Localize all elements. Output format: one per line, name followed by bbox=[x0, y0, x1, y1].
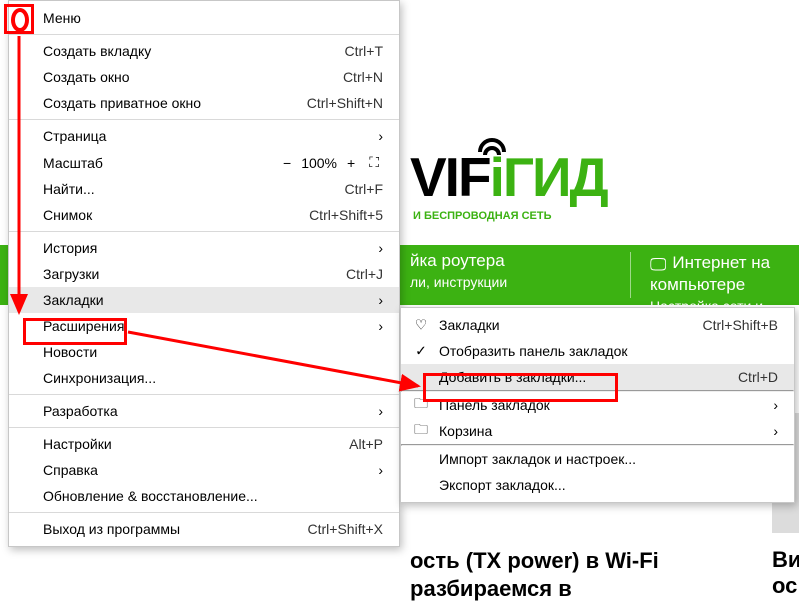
logo-wifi-text: VIFi bbox=[410, 150, 503, 205]
menu-news[interactable]: Новости bbox=[9, 339, 399, 365]
opera-o-icon bbox=[11, 8, 29, 32]
folder-icon: 🗀 bbox=[413, 419, 429, 443]
submenu-show-bookmarks-bar[interactable]: ✓ Отобразить панель закладок bbox=[401, 338, 794, 364]
chevron-right-icon: › bbox=[378, 240, 383, 256]
main-menu: Меню Создать вкладку Ctrl+T Создать окно… bbox=[8, 0, 400, 547]
menu-help[interactable]: Справка › bbox=[9, 457, 399, 483]
menu-extensions[interactable]: Расширения › bbox=[9, 313, 399, 339]
menu-update-restore[interactable]: Обновление & восстановление... bbox=[9, 483, 399, 509]
logo-subtitle: И БЕСПРОВОДНАЯ СЕТЬ bbox=[413, 210, 551, 222]
chevron-right-icon: › bbox=[773, 397, 778, 413]
menu-new-private-window[interactable]: Создать приватное окно Ctrl+Shift+N bbox=[9, 90, 399, 116]
article-title-1[interactable]: ость (TX power) в Wi-Fi разбираемся в bbox=[410, 547, 790, 602]
article-title-2[interactable]: Ви ос bbox=[772, 547, 799, 599]
menu-exit[interactable]: Выход из программы Ctrl+Shift+X bbox=[9, 516, 399, 542]
menu-separator bbox=[9, 394, 399, 395]
nav-item-title: 🖵Интернет на компьютере bbox=[650, 253, 799, 295]
menu-separator bbox=[9, 427, 399, 428]
chevron-right-icon: › bbox=[773, 423, 778, 439]
menu-header-label: Меню bbox=[43, 10, 383, 26]
heart-icon: ♡ bbox=[413, 317, 429, 334]
folder-icon: 🗀 bbox=[413, 393, 429, 417]
menu-snapshot[interactable]: Снимок Ctrl+Shift+5 bbox=[9, 202, 399, 228]
menu-separator bbox=[9, 231, 399, 232]
submenu-export-bookmarks[interactable]: Экспорт закладок... bbox=[401, 472, 794, 498]
menu-bookmarks[interactable]: Закладки › bbox=[9, 287, 399, 313]
menu-sync[interactable]: Синхронизация... bbox=[9, 365, 399, 391]
chevron-right-icon: › bbox=[378, 462, 383, 478]
nav-item-sub: ли, инструкции bbox=[410, 274, 507, 290]
menu-developer[interactable]: Разработка › bbox=[9, 398, 399, 424]
submenu-bookmarks[interactable]: ♡ Закладки Ctrl+Shift+B bbox=[401, 312, 794, 338]
menu-separator bbox=[9, 34, 399, 35]
zoom-value: 100% bbox=[301, 155, 337, 171]
monitor-icon: 🖵 bbox=[650, 255, 666, 274]
checkmark-icon: ✓ bbox=[413, 343, 429, 360]
submenu-trash[interactable]: 🗀 Корзина › bbox=[401, 418, 794, 444]
submenu-import-bookmarks[interactable]: Импорт закладок и настроек... bbox=[401, 446, 794, 472]
nav-item-router[interactable]: йка роутера ли, инструкции bbox=[410, 251, 507, 290]
menu-find[interactable]: Найти... Ctrl+F bbox=[9, 176, 399, 202]
nav-separator bbox=[630, 252, 631, 298]
wifi-arc-icon bbox=[478, 138, 506, 158]
zoom-in-button[interactable]: + bbox=[343, 155, 359, 171]
menu-separator bbox=[9, 119, 399, 120]
bookmarks-submenu: ♡ Закладки Ctrl+Shift+B ✓ Отобразить пан… bbox=[400, 307, 795, 503]
menu-page[interactable]: Страница › bbox=[9, 123, 399, 149]
site-logo: VIFi ГИД bbox=[410, 140, 607, 215]
menu-downloads[interactable]: Загрузки Ctrl+J bbox=[9, 261, 399, 287]
chevron-right-icon: › bbox=[378, 128, 383, 144]
menu-new-window[interactable]: Создать окно Ctrl+N bbox=[9, 64, 399, 90]
menu-new-tab[interactable]: Создать вкладку Ctrl+T bbox=[9, 38, 399, 64]
chevron-right-icon: › bbox=[378, 403, 383, 419]
logo-gid-text: ГИД bbox=[503, 150, 607, 205]
menu-settings[interactable]: Настройки Alt+P bbox=[9, 431, 399, 457]
chevron-right-icon: › bbox=[378, 292, 383, 308]
nav-item-title: йка роутера bbox=[410, 251, 507, 271]
zoom-out-button[interactable]: − bbox=[279, 155, 295, 171]
chevron-right-icon: › bbox=[378, 318, 383, 334]
submenu-add-bookmark[interactable]: Добавить в закладки... Ctrl+D bbox=[401, 364, 794, 390]
menu-header: Меню bbox=[9, 5, 399, 31]
submenu-bookmarks-panel[interactable]: 🗀 Панель закладок › bbox=[401, 392, 794, 418]
fullscreen-icon[interactable]: ⛶ bbox=[365, 154, 383, 171]
menu-zoom[interactable]: Масштаб − 100% + ⛶ bbox=[9, 149, 399, 176]
menu-history[interactable]: История › bbox=[9, 235, 399, 261]
menu-separator bbox=[9, 512, 399, 513]
opera-menu-button[interactable] bbox=[4, 4, 34, 34]
